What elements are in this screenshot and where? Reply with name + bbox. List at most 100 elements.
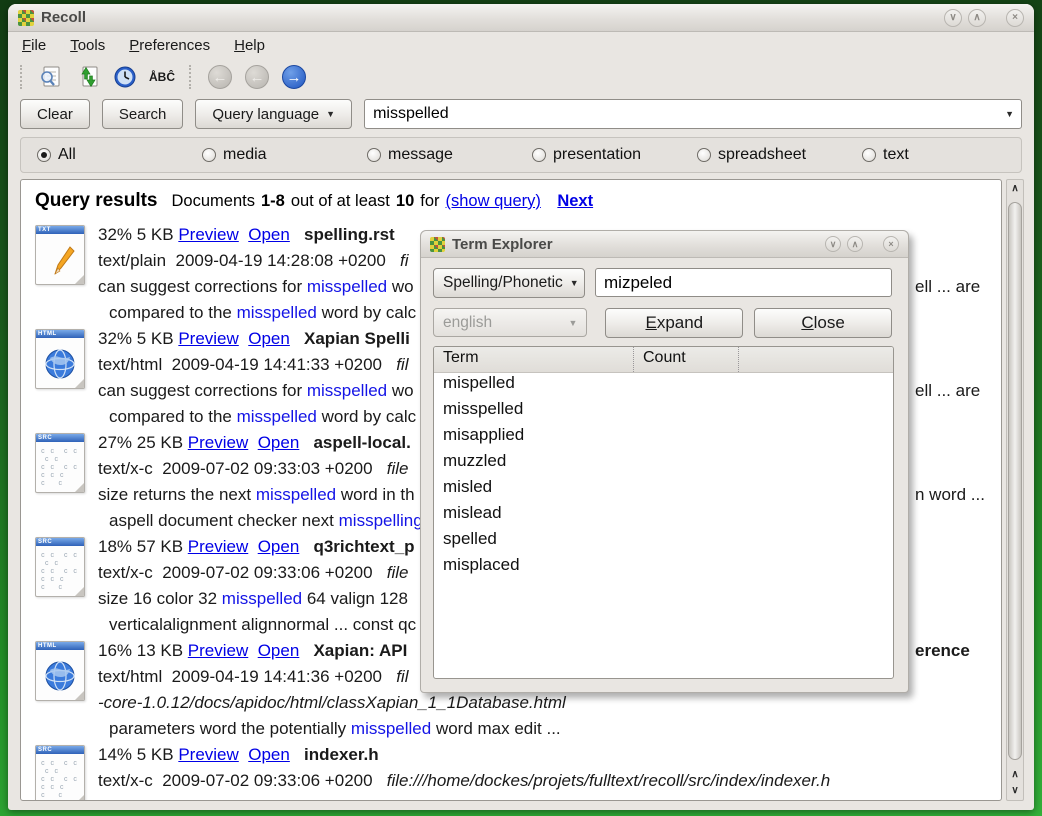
scroll-up-icon[interactable]: ∧ (1007, 180, 1023, 196)
nav-first-icon: ← (206, 63, 234, 91)
chevron-down-icon: ▼ (570, 278, 579, 288)
open-link[interactable]: Open (258, 641, 300, 660)
open-link[interactable]: Open (248, 745, 290, 764)
result-line: -core-1.0.12/docs/apidoc/html/classXapia… (98, 690, 1001, 716)
menu-file[interactable]: File (22, 37, 46, 54)
term-row[interactable]: mispelled (434, 373, 893, 399)
results-header: Query results Documents 1-8 out of at le… (35, 190, 1001, 212)
search-combo: ▼ (364, 99, 1022, 129)
filter-spreadsheet[interactable]: spreadsheet (697, 146, 862, 164)
clear-button[interactable]: Clear (20, 99, 90, 129)
txt-file-icon: TXT (35, 225, 85, 285)
menu-tools[interactable]: Tools (70, 37, 105, 54)
preview-link[interactable]: Preview (188, 433, 248, 452)
sort-parameters-icon[interactable] (74, 63, 102, 91)
expansion-mode-dropdown[interactable]: Spelling/Phonetic ▼ (433, 268, 585, 298)
term-row[interactable]: misplaced (434, 555, 893, 581)
term-row[interactable]: misapplied (434, 425, 893, 451)
count-cell (634, 399, 739, 425)
term-row[interactable]: muzzled (434, 451, 893, 477)
filter-text[interactable]: text (862, 146, 909, 164)
open-link[interactable]: Open (248, 225, 290, 244)
search-button[interactable]: Search (102, 99, 184, 129)
term-row[interactable]: mislead (434, 503, 893, 529)
open-link[interactable]: Open (258, 433, 300, 452)
count-column-header[interactable]: Count (634, 347, 739, 372)
term-column-header[interactable]: Term (434, 347, 634, 372)
language-dropdown: english ▼ (433, 308, 587, 337)
scrollbar-thumb[interactable] (1008, 202, 1022, 760)
show-query-link[interactable]: (show query) (446, 192, 541, 211)
result-title: indexer.h (304, 745, 379, 764)
title-bar[interactable]: Recoll ∨ ∧ × (8, 4, 1034, 32)
term-input[interactable] (595, 268, 892, 297)
dialog-close-button[interactable]: Close (754, 308, 892, 338)
term-explorer-abc-icon[interactable]: ÅBĈ (148, 63, 176, 91)
term-cell: muzzled (434, 451, 634, 477)
history-clock-icon[interactable] (111, 63, 139, 91)
result-text-fragment: ell ... are (915, 274, 980, 300)
filter-media[interactable]: media (202, 146, 367, 164)
advanced-search-icon[interactable] (37, 63, 65, 91)
close-icon[interactable]: × (883, 236, 899, 252)
term-row[interactable]: misled (434, 477, 893, 503)
preview-link[interactable]: Preview (178, 225, 238, 244)
toolbar-grip[interactable] (20, 65, 24, 89)
close-icon[interactable]: × (1006, 9, 1024, 27)
scroll-down-icon[interactable]: ∨ (1007, 782, 1023, 798)
radio-on-icon (37, 148, 51, 162)
dialog-title-bar[interactable]: Term Explorer ∨ ∧ × (421, 231, 908, 258)
scroll-up-icon[interactable]: ∧ (1007, 766, 1023, 782)
count-cell (634, 555, 739, 581)
chevron-down-icon: ▼ (569, 318, 578, 328)
html-file-icon: HTML (35, 641, 85, 701)
radio-off-icon (367, 148, 381, 162)
window-title: Recoll (41, 9, 944, 26)
term-table-header[interactable]: Term Count (434, 347, 893, 373)
shade-up-icon[interactable]: ∧ (968, 9, 986, 27)
result-text-fragment: erence (915, 638, 970, 664)
open-link[interactable]: Open (248, 329, 290, 348)
result-entry: SRCc c c c c c c c c c c c c c c14% 5 KB… (35, 742, 1001, 801)
preview-link[interactable]: Preview (178, 745, 238, 764)
shade-down-icon[interactable]: ∨ (944, 9, 962, 27)
nav-next-icon[interactable]: → (280, 63, 308, 91)
filter-message[interactable]: message (367, 146, 532, 164)
term-row[interactable]: misspelled (434, 399, 893, 425)
result-title: Xapian Spelli (304, 329, 410, 348)
menu-preferences[interactable]: Preferences (129, 37, 210, 54)
results-scrollbar[interactable]: ∧ ∧ ∨ (1006, 179, 1024, 801)
menu-help[interactable]: Help (234, 37, 265, 54)
search-row: Clear Search Query language ▼ ▼ (8, 95, 1034, 133)
src-file-icon: SRCc c c c c c c c c c c c c c c (35, 537, 85, 597)
count-cell (634, 503, 739, 529)
term-table-body: mispelledmisspelledmisappliedmuzzledmisl… (434, 373, 893, 581)
term-cell: spelled (434, 529, 634, 555)
shade-down-icon[interactable]: ∨ (825, 236, 841, 252)
preview-link[interactable]: Preview (188, 641, 248, 660)
preview-link[interactable]: Preview (188, 537, 248, 556)
result-text-fragment: n word ... (915, 482, 985, 508)
term-cell: misapplied (434, 425, 634, 451)
filter-presentation[interactable]: presentation (532, 146, 697, 164)
term-cell: misled (434, 477, 634, 503)
preview-link[interactable]: Preview (178, 329, 238, 348)
term-row[interactable]: spelled (434, 529, 893, 555)
result-title: spelling.rst (304, 225, 395, 244)
result-text-fragment: ell ... are (915, 378, 980, 404)
count-cell (634, 451, 739, 477)
open-link[interactable]: Open (258, 537, 300, 556)
toolbar: ÅBĈ ← ← → (8, 59, 1034, 95)
term-table: Term Count mispelledmisspelledmisapplied… (433, 346, 894, 679)
src-file-icon: SRCc c c c c c c c c c c c c c c (35, 745, 85, 801)
result-range: 1-8 (261, 192, 285, 211)
filter-all[interactable]: All (37, 146, 202, 164)
search-input[interactable] (364, 99, 1022, 129)
recoll-app-icon (430, 237, 445, 252)
query-language-dropdown[interactable]: Query language ▼ (195, 99, 352, 129)
shade-up-icon[interactable]: ∧ (847, 236, 863, 252)
expand-button[interactable]: Expand (605, 308, 743, 338)
next-page-link[interactable]: Next (557, 192, 593, 211)
count-cell (634, 477, 739, 503)
toolbar-grip[interactable] (189, 65, 193, 89)
